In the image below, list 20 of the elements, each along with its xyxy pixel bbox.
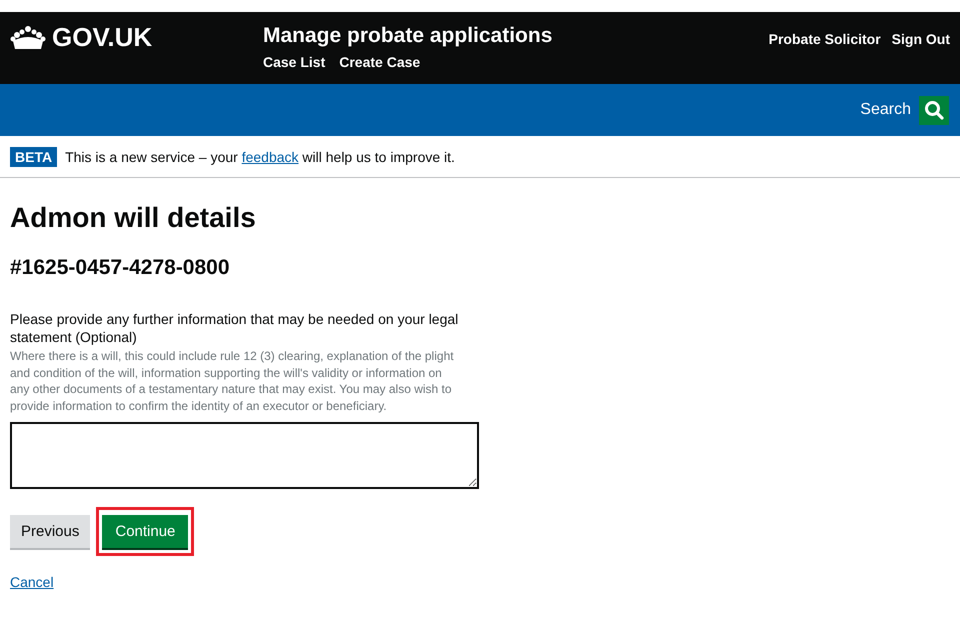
service-name[interactable]: Manage probate applications: [263, 24, 769, 48]
beta-message: This is a new service – your feedback will help us to improve it.: [65, 148, 455, 164]
case-number: #1625-0457-4278-0800: [10, 256, 231, 280]
user-link[interactable]: Probate Solicitor: [768, 31, 881, 47]
crown-icon: [10, 24, 46, 50]
form-button[interactable]: Previous: [10, 515, 90, 548]
nav-link[interactable]: Create Case: [339, 54, 420, 70]
field-hint: Where there is a will, this could include rule 12 (3) clearing, explanation of the plight and condition of the will, information supporting the will's validity or information on any other documents of a testamentary nature that may exist. You may also wish to provide information to confirm the identity of an executor or beneficiary.: [10, 348, 455, 414]
text-area[interactable]: [10, 422, 479, 489]
nav-link[interactable]: Case List: [263, 54, 326, 70]
sign-out-link[interactable]: Sign Out: [892, 31, 950, 47]
logo-text[interactable]: GOV.UK: [52, 22, 152, 53]
search-label[interactable]: Search: [860, 101, 911, 119]
feedback-link[interactable]: feedback: [242, 148, 299, 164]
page-title: Admon will details: [10, 202, 257, 234]
search-button[interactable]: [919, 96, 949, 124]
field-label: Please provide any further information that may be needed on your legal statement (Optional): [10, 310, 460, 346]
phase-tag: BETA: [10, 146, 58, 166]
cancel-link[interactable]: Cancel: [10, 574, 54, 590]
form-button[interactable]: Continue: [102, 515, 188, 548]
